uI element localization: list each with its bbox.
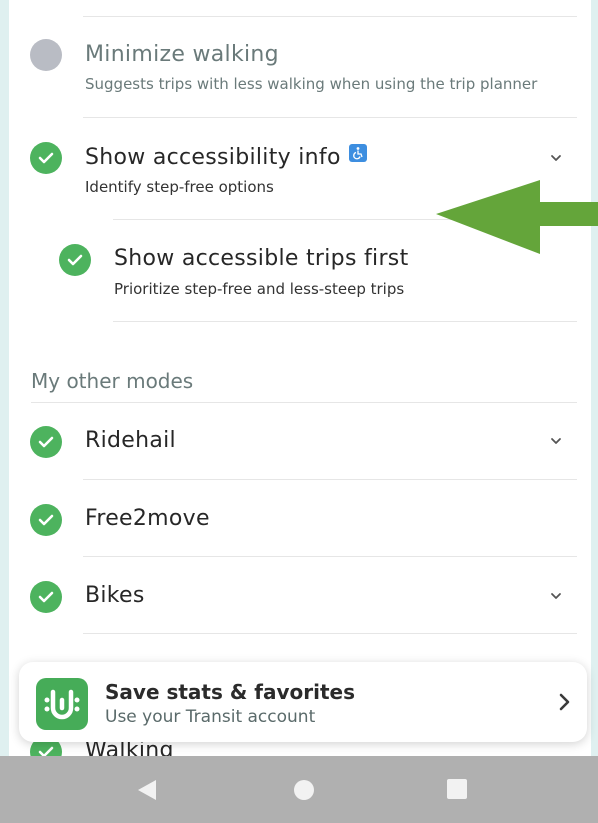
transit-logo-icon <box>36 678 88 730</box>
chevron-down-icon[interactable] <box>545 585 567 607</box>
home-circle-icon[interactable] <box>292 778 316 802</box>
checkmark-icon[interactable] <box>30 581 62 613</box>
checkmark-icon[interactable] <box>59 244 91 276</box>
system-navigation-bar <box>0 756 598 823</box>
accessible-trips-subtitle: Prioritize step-free and less-steep trip… <box>114 280 405 298</box>
divider <box>31 402 577 403</box>
chevron-down-icon[interactable] <box>545 430 567 452</box>
banner-title: Save stats & favorites <box>105 680 355 704</box>
chevron-down-icon[interactable] <box>545 147 567 169</box>
green-arrow-icon <box>436 180 598 254</box>
accessibility-info-title: Show accessibility info <box>85 144 367 170</box>
divider <box>83 479 577 480</box>
chevron-right-icon[interactable] <box>555 691 575 713</box>
minimize-walking-title: Minimize walking <box>85 42 279 67</box>
toggle-off-icon[interactable] <box>30 39 62 71</box>
accessibility-info-subtitle: Identify step-free options <box>85 178 274 196</box>
section-header-other-modes: My other modes <box>31 369 194 393</box>
checkmark-icon[interactable] <box>30 142 62 174</box>
recents-square-icon[interactable] <box>446 778 468 800</box>
divider <box>113 321 577 322</box>
divider <box>83 117 577 118</box>
divider <box>83 633 577 634</box>
accessible-trips-title: Show accessible trips first <box>114 246 409 271</box>
divider <box>83 556 577 557</box>
banner-subtitle: Use your Transit account <box>105 707 316 727</box>
back-triangle-icon[interactable] <box>136 778 158 802</box>
accessibility-info-label: Show accessibility info <box>85 145 341 170</box>
checkmark-icon[interactable] <box>30 504 62 536</box>
minimize-walking-subtitle: Suggests trips with less walking when us… <box>85 75 538 93</box>
mode-label: Ridehail <box>85 428 176 453</box>
save-stats-banner[interactable]: Save stats & favorites Use your Transit … <box>19 662 587 742</box>
checkmark-icon[interactable] <box>30 426 62 458</box>
divider <box>83 16 577 17</box>
mode-label: Free2move <box>85 506 210 531</box>
wheelchair-icon <box>348 144 367 162</box>
mode-label: Bikes <box>85 583 145 608</box>
